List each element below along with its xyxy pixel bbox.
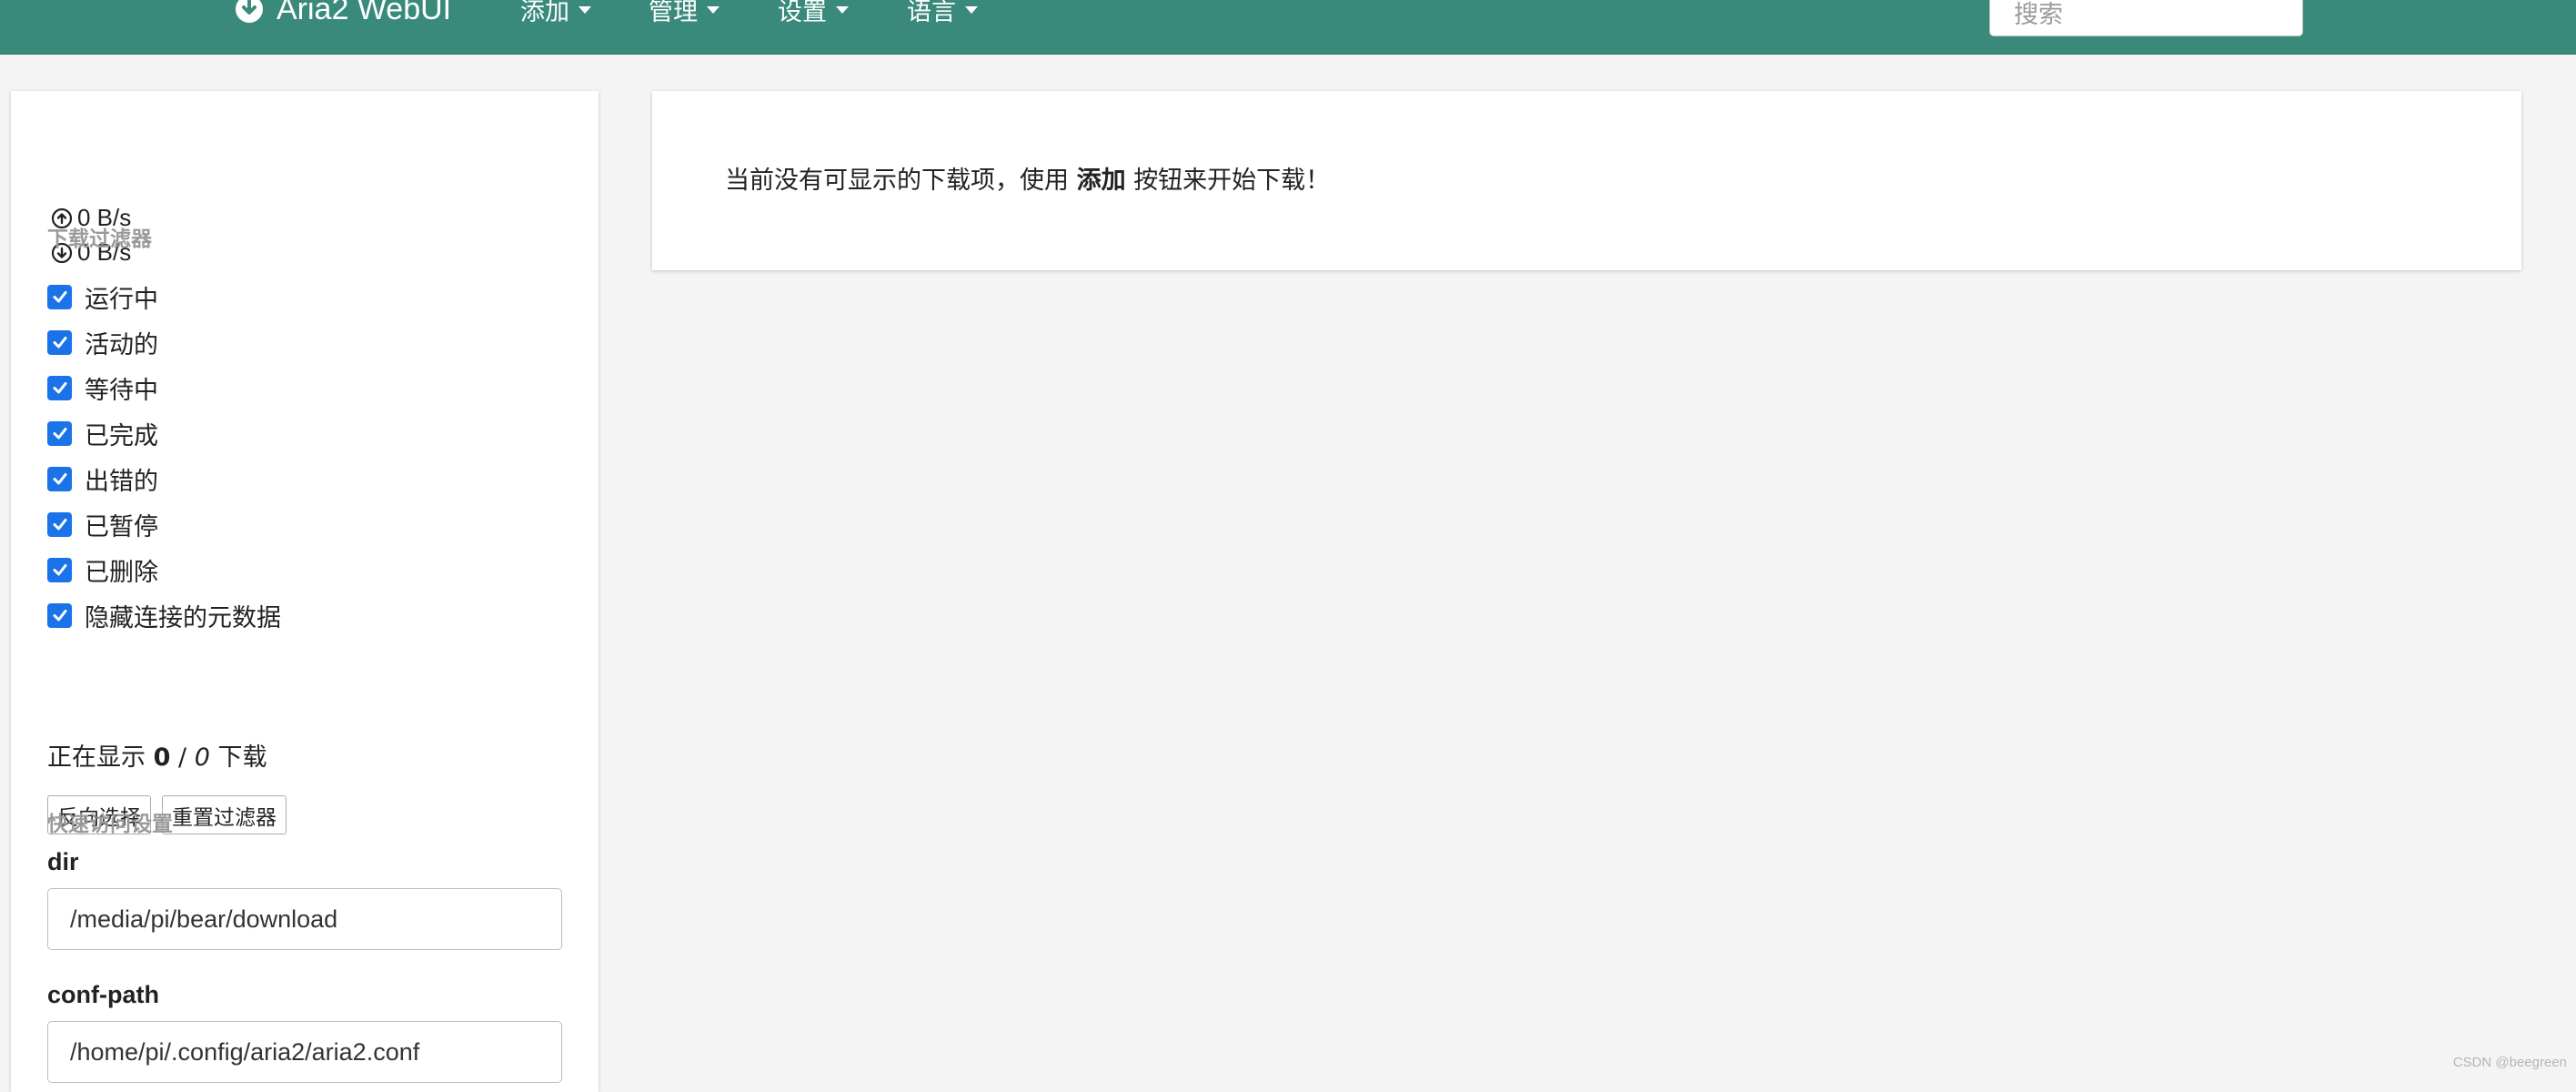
count-separator: / (178, 743, 186, 772)
filter-item[interactable]: 运行中 (47, 278, 158, 315)
count-total: 0 (195, 743, 210, 772)
chevron-down-icon (836, 6, 849, 14)
checkbox-checked-icon[interactable] (47, 512, 72, 537)
conf-path-label: conf-path (47, 981, 159, 1009)
empty-message-prefix: 当前没有可显示的下载项，使用 (725, 167, 1069, 195)
menu-language[interactable]: 语言 (907, 0, 978, 27)
filter-item[interactable]: 活动的 (47, 324, 158, 360)
checkbox-checked-icon[interactable] (47, 558, 72, 582)
filter-item[interactable]: 出错的 (47, 460, 158, 497)
menu-manage[interactable]: 管理 (649, 0, 719, 27)
menu-add-label: 添加 (520, 0, 569, 27)
brand-title: Aria2 WebUI (277, 0, 451, 27)
filter-label: 已删除 (85, 552, 158, 588)
chevron-down-icon (965, 6, 978, 14)
checkbox-checked-icon[interactable] (47, 376, 72, 400)
count-prefix: 正在显示 (47, 743, 146, 772)
search-input[interactable] (1989, 0, 2303, 36)
filters-title: 下载过滤器 (47, 221, 152, 252)
menu-manage-label: 管理 (649, 0, 698, 27)
filter-label: 运行中 (85, 279, 158, 315)
filter-label: 已完成 (85, 416, 158, 451)
watermark: CSDN @beegreen (2453, 1055, 2567, 1070)
conf-path-field[interactable] (47, 1021, 562, 1083)
dir-label: dir (47, 848, 79, 876)
count-suffix: 下载 (217, 743, 267, 772)
filter-label: 出错的 (85, 461, 158, 497)
top-navbar: Aria2 WebUI 添加 管理 设置 语言 (0, 0, 2576, 55)
menu-language-label: 语言 (907, 0, 956, 27)
filter-label: 已暂停 (85, 507, 158, 542)
filter-item[interactable]: 已暂停 (47, 506, 158, 542)
checkbox-checked-icon[interactable] (47, 467, 72, 491)
chevron-down-icon (579, 6, 591, 14)
brand[interactable]: Aria2 WebUI (235, 0, 451, 31)
menu-add[interactable]: 添加 (520, 0, 591, 27)
menu-settings-label: 设置 (778, 0, 827, 27)
filter-item[interactable]: 等待中 (47, 369, 158, 406)
checkbox-checked-icon[interactable] (47, 421, 72, 446)
filter-item[interactable]: 隐藏连接的元数据 (47, 597, 281, 633)
filter-label: 活动的 (85, 325, 158, 360)
sidebar: 0 B/s 0 B/s 下载过滤器 运行中活动的等待中已完成出错的已暂停已删除隐… (11, 91, 599, 1092)
filter-item[interactable]: 已删除 (47, 551, 158, 588)
downloads-panel: 当前没有可显示的下载项，使用 添加 按钮来开始下载！ (652, 91, 2521, 270)
download-circle-icon (235, 0, 264, 24)
empty-message: 当前没有可显示的下载项，使用 添加 按钮来开始下载！ (725, 160, 1330, 196)
empty-message-action: 添加 (1077, 167, 1126, 195)
filter-item[interactable]: 已完成 (47, 415, 158, 451)
filter-label: 隐藏连接的元数据 (85, 598, 281, 633)
chevron-down-icon (707, 6, 719, 14)
count-shown: 0 (154, 743, 171, 772)
download-count: 正在显示 0 / 0 下载 (47, 737, 267, 773)
quick-settings-title: 快速访问设置 (47, 806, 173, 837)
checkbox-checked-icon[interactable] (47, 285, 72, 309)
menu-settings[interactable]: 设置 (778, 0, 849, 27)
empty-message-suffix: 按钮来开始下载！ (1133, 167, 1330, 195)
reset-filters-button[interactable]: 重置过滤器 (162, 795, 287, 834)
checkbox-checked-icon[interactable] (47, 330, 72, 355)
checkbox-checked-icon[interactable] (47, 603, 72, 628)
dir-field[interactable] (47, 888, 562, 950)
filter-label: 等待中 (85, 370, 158, 406)
